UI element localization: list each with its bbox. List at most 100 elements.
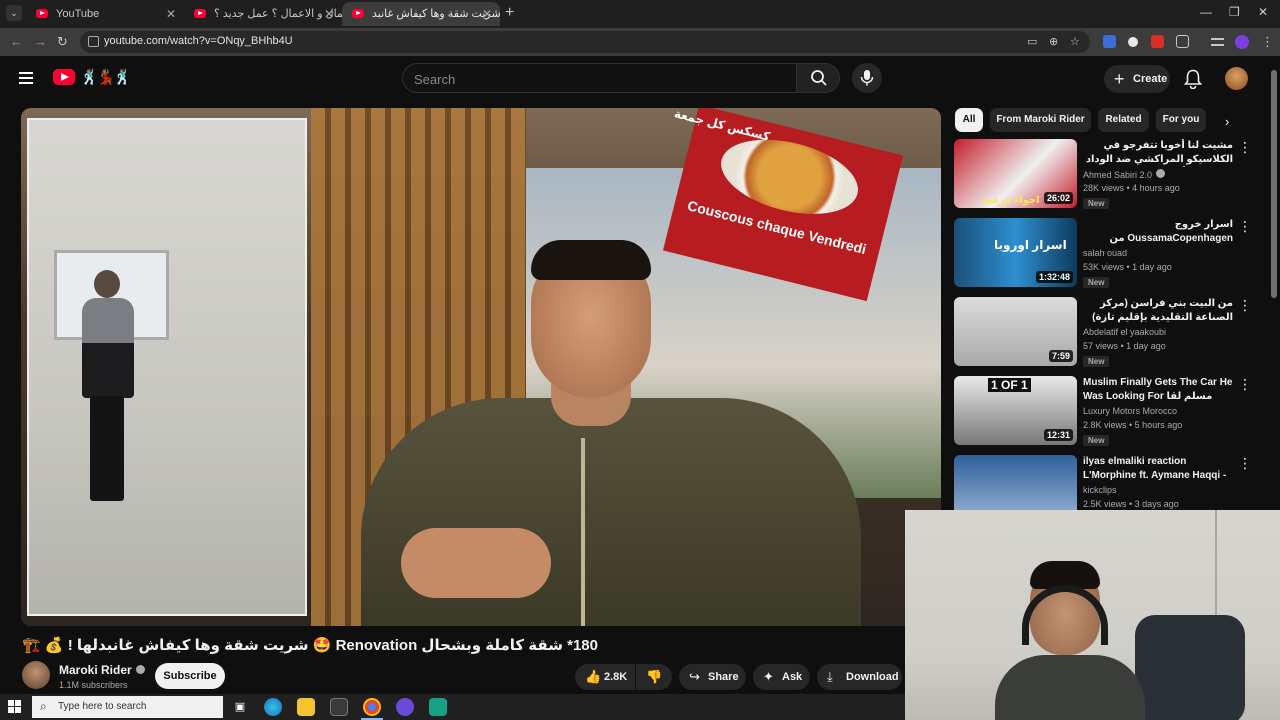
- youtube-header: 🕺🏽💃🏽🕺🏽 + Create: [0, 56, 1280, 102]
- forward-icon[interactable]: →: [34, 34, 47, 49]
- notifications-bell-icon[interactable]: [1184, 69, 1202, 89]
- channel-name[interactable]: kickclips: [1083, 485, 1117, 495]
- thumbnail-text: اجواء مرعبة: [982, 195, 1040, 206]
- list-item[interactable]: اسرار اوروبا 1:32:48 اسرار خروج OussamaC…: [954, 218, 1254, 290]
- video-player[interactable]: Couscous chaque Vendredi كسكس كل جمعة: [21, 108, 941, 626]
- app-icon[interactable]: [396, 698, 414, 716]
- channel-name[interactable]: Abdelatif el yaakoubi: [1083, 327, 1166, 337]
- video-title[interactable]: ilyas elmaliki reaction L'Morphine ft. A…: [1083, 455, 1233, 483]
- screen: ⌄ YouTube ✕ رحلة المال و الاعمال ؟ عمل ج…: [0, 0, 1280, 720]
- extensions-puzzle-icon[interactable]: [1176, 35, 1189, 48]
- chip-from-channel[interactable]: From Maroki Rider: [990, 108, 1091, 132]
- dislike-button[interactable]: 👎: [636, 664, 672, 690]
- close-tab-icon[interactable]: ✕: [324, 2, 334, 26]
- zoom-icon[interactable]: ⊕: [1049, 35, 1058, 48]
- taskbar-search[interactable]: ⌕ Type here to search: [32, 696, 223, 718]
- webcam-person-body: [995, 655, 1145, 720]
- reading-list-icon[interactable]: [1211, 38, 1224, 46]
- start-tile: [15, 707, 21, 713]
- edge-icon[interactable]: [264, 698, 282, 716]
- browser-tab-strip: ⌄ YouTube ✕ رحلة المال و الاعمال ؟ عمل ج…: [0, 0, 1280, 28]
- video-thumbnail[interactable]: 1 OF 1 12:31: [954, 376, 1077, 445]
- close-window-icon[interactable]: ✕: [1258, 5, 1268, 19]
- list-item[interactable]: ilyas elmaliki reaction L'Morphine ft. A…: [954, 455, 1254, 510]
- new-badge: New: [1083, 356, 1110, 367]
- share-button[interactable]: ↪ Share: [679, 664, 746, 690]
- page-scrollbar[interactable]: [1271, 70, 1277, 298]
- channel-name[interactable]: Maroki Rider: [59, 663, 145, 677]
- chip-related[interactable]: Related: [1098, 108, 1149, 132]
- duration-badge: 1:32:48: [1035, 271, 1073, 283]
- back-icon[interactable]: ←: [10, 34, 23, 49]
- channel-name[interactable]: Luxury Motors Morocco: [1083, 406, 1177, 416]
- extension-icon[interactable]: [1151, 35, 1164, 48]
- like-button[interactable]: 👍 2.8K: [575, 664, 635, 690]
- close-tab-icon[interactable]: ✕: [166, 2, 176, 26]
- chip-for-you[interactable]: For you: [1156, 108, 1206, 132]
- channel-name[interactable]: salah ouad: [1083, 248, 1127, 258]
- menu-icon[interactable]: [19, 72, 33, 84]
- store-icon[interactable]: [330, 698, 348, 716]
- search-icon: [811, 70, 827, 86]
- tab-search-icon[interactable]: ⌄: [6, 5, 22, 21]
- video-title[interactable]: مشيت لنا أخويا تتفرجو في الكلاسيكو المرا…: [1083, 139, 1233, 167]
- extension-icon[interactable]: [1128, 37, 1138, 47]
- file-explorer-icon[interactable]: [297, 698, 315, 716]
- more-options-icon[interactable]: ⋮: [1238, 218, 1252, 235]
- chrome-icon[interactable]: [363, 698, 381, 716]
- video-title[interactable]: اسرار خروج OussamaCopenhagen من الفقر...: [1083, 218, 1233, 246]
- address-bar[interactable]: youtube.com/watch?v=ONqy_BHhb4U ▭ ⊕ ☆: [80, 31, 1090, 53]
- more-options-icon[interactable]: ⋮: [1238, 139, 1252, 156]
- chip-all[interactable]: All: [955, 108, 983, 132]
- cast-icon[interactable]: ▭: [1027, 35, 1037, 48]
- thumbs-up-icon: 👍: [585, 669, 602, 684]
- browser-tab[interactable]: رحلة المال و الاعمال ؟ عمل جديد ؟ ✕: [184, 2, 342, 26]
- minimize-icon[interactable]: —: [1200, 5, 1212, 19]
- presenter-hair: [531, 240, 651, 280]
- task-view-icon[interactable]: ▣: [231, 698, 249, 716]
- list-item[interactable]: اجواء مرعبة 26:02 مشيت لنا أخويا تتفرجو …: [954, 139, 1254, 211]
- list-item[interactable]: 7:59 من البيت بني فراسن (مركز الصناعة ال…: [954, 297, 1254, 369]
- youtube-doodle[interactable]: 🕺🏽💃🏽🕺🏽: [80, 68, 132, 86]
- reload-icon[interactable]: ↻: [57, 34, 68, 50]
- windows-start-icon[interactable]: [8, 700, 22, 714]
- verified-icon: [135, 665, 145, 674]
- site-info-icon[interactable]: [88, 36, 99, 47]
- profile-avatar-icon[interactable]: [1235, 35, 1249, 49]
- browser-tab-active[interactable]: شريت شقة وها كيفاش غانبد.. ✕: [342, 2, 500, 26]
- extension-icon[interactable]: [1103, 35, 1116, 48]
- list-item[interactable]: 1 OF 1 12:31 Muslim Finally Gets The Car…: [954, 376, 1254, 448]
- browser-menu-icon[interactable]: ⋮: [1261, 34, 1274, 50]
- video-title[interactable]: من البيت بني فراسن (مركز الصناعة التقليد…: [1083, 297, 1233, 325]
- more-options-icon[interactable]: ⋮: [1238, 297, 1252, 314]
- video-title[interactable]: Muslim Finally Gets The Car He Was Looki…: [1083, 376, 1233, 404]
- close-tab-icon[interactable]: ✕: [482, 2, 492, 26]
- restore-icon[interactable]: ❐: [1229, 5, 1240, 19]
- chevron-right-icon[interactable]: ›: [1225, 114, 1229, 129]
- bookmark-star-icon[interactable]: ☆: [1070, 35, 1080, 48]
- search-input[interactable]: [414, 70, 784, 88]
- browser-tab[interactable]: YouTube ✕: [26, 2, 184, 26]
- new-tab-button[interactable]: +: [505, 4, 514, 22]
- new-badge: New: [1083, 277, 1110, 288]
- channel-name[interactable]: Ahmed Sabiri 2.0: [1083, 169, 1166, 180]
- ask-button[interactable]: ✦ Ask: [753, 664, 810, 690]
- more-options-icon[interactable]: ⋮: [1238, 455, 1252, 472]
- url-text: youtube.com/watch?v=ONqy_BHhb4U: [104, 35, 293, 47]
- create-button[interactable]: + Create: [1104, 65, 1170, 93]
- youtube-favicon-icon: [352, 9, 364, 18]
- more-options-icon[interactable]: ⋮: [1238, 376, 1252, 393]
- account-avatar[interactable]: [1225, 67, 1248, 90]
- video-thumbnail[interactable]: [954, 455, 1077, 510]
- video-thumbnail[interactable]: اجواء مرعبة 26:02: [954, 139, 1077, 208]
- app-icon[interactable]: [429, 698, 447, 716]
- search-button[interactable]: [796, 63, 840, 93]
- channel-avatar[interactable]: [22, 661, 50, 689]
- voice-search-button[interactable]: [852, 63, 882, 93]
- subscribe-button[interactable]: Subscribe: [155, 663, 225, 689]
- youtube-logo[interactable]: [53, 69, 75, 85]
- apartment-person-body: [82, 298, 134, 398]
- download-button[interactable]: ⤓ Download: [817, 664, 902, 690]
- video-thumbnail[interactable]: اسرار اوروبا 1:32:48: [954, 218, 1077, 287]
- video-thumbnail[interactable]: 7:59: [954, 297, 1077, 366]
